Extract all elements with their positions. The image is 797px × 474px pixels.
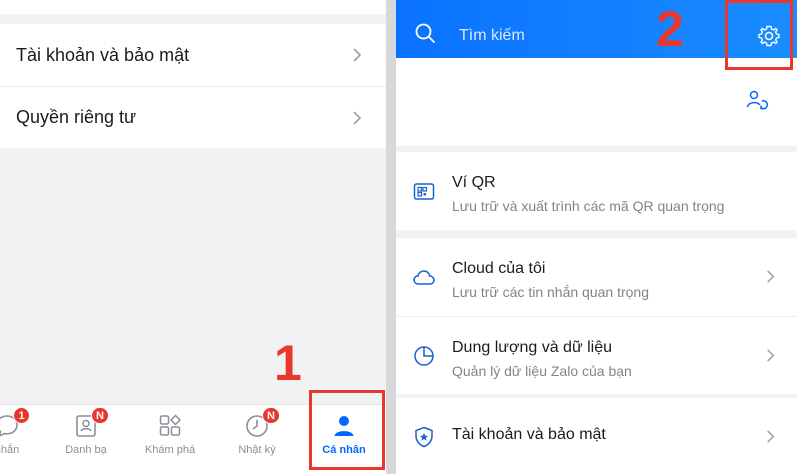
nav-badge: 1 [13,407,30,424]
pie-chart-icon [414,346,434,366]
highlight-profile-tab [309,390,385,470]
row-title: Ví QR [452,174,496,191]
nav-label: Nhật ký [238,444,276,456]
row-label: Quyền riêng tư [16,107,137,127]
nav-label: nhắn [0,444,20,456]
card-qr: Ví QR Lưu trữ và xuất trình các mã QR qu… [396,152,797,230]
chevron-right-icon [353,110,362,125]
chevron-right-icon [767,349,775,362]
profile-strip [396,58,797,146]
cloud-icon [413,270,435,285]
right-screen: Tìm kiếm Ví QR Lưu trữ và xuất trình các… [396,0,797,474]
row-subtitle: Lưu trữ và xuất trình các mã QR quan trọ… [452,198,725,214]
row-qr-wallet[interactable]: Ví QR Lưu trữ và xuất trình các mã QR qu… [396,152,797,230]
nav-discover[interactable]: Khám phá [140,405,200,474]
nav-messages[interactable]: 1 nhắn [0,405,32,474]
row-title: Tài khoản và bảo mật [452,426,606,443]
highlight-settings-gear [725,0,793,70]
top-gap [0,0,386,24]
chevron-right-icon [767,430,775,443]
row-account-security[interactable]: Tài khoản và bảo mật [0,24,386,86]
row-title: Cloud của tôi [452,260,546,277]
chat-icon: 1 [0,407,30,439]
contacts-icon: N [73,407,109,439]
row-title: Dung lượng và dữ liệu [452,339,612,356]
row-privacy[interactable]: Quyền riêng tư [0,86,386,148]
row-label: Tài khoản và bảo mật [16,44,190,65]
card-cloud-storage: Cloud của tôi Lưu trữ các tin nhắn quan … [396,238,797,394]
panel-divider [386,0,396,474]
row-my-cloud[interactable]: Cloud của tôi Lưu trữ các tin nhắn quan … [396,238,797,316]
row-storage-data[interactable]: Dung lượng và dữ liệu Quản lý dữ liệu Za… [396,316,797,394]
search-icon [415,23,435,43]
nav-contacts[interactable]: N Danh bạ [58,405,114,474]
switch-account-icon[interactable] [745,88,769,112]
nav-label: Khám phá [144,444,196,456]
step-number-1: 1 [274,335,302,391]
nav-badge: N [262,407,280,424]
chevron-right-icon [767,270,775,283]
discover-icon [157,413,183,439]
row-account-security[interactable]: Tài khoản và bảo mật [396,398,797,474]
row-subtitle: Lưu trữ các tin nhắn quan trọng [452,284,649,300]
nav-label: Danh bạ [65,444,107,456]
nav-badge: N [91,407,109,424]
chevron-right-icon [353,48,362,62]
shield-icon [415,426,433,448]
settings-list: Tài khoản và bảo mật Quyền riêng tư [0,24,386,148]
qr-wallet-icon [413,183,435,200]
nav-diary[interactable]: N Nhật ký [228,405,286,474]
search-placeholder: Tìm kiếm [459,27,525,44]
card-account: Tài khoản và bảo mật [396,398,797,474]
left-screen: Tài khoản và bảo mật Quyền riêng tư 1 nh… [0,0,386,474]
row-subtitle: Quản lý dữ liệu Zalo của bạn [452,363,632,379]
clock-icon: N [244,407,280,439]
step-number-2: 2 [656,1,684,57]
